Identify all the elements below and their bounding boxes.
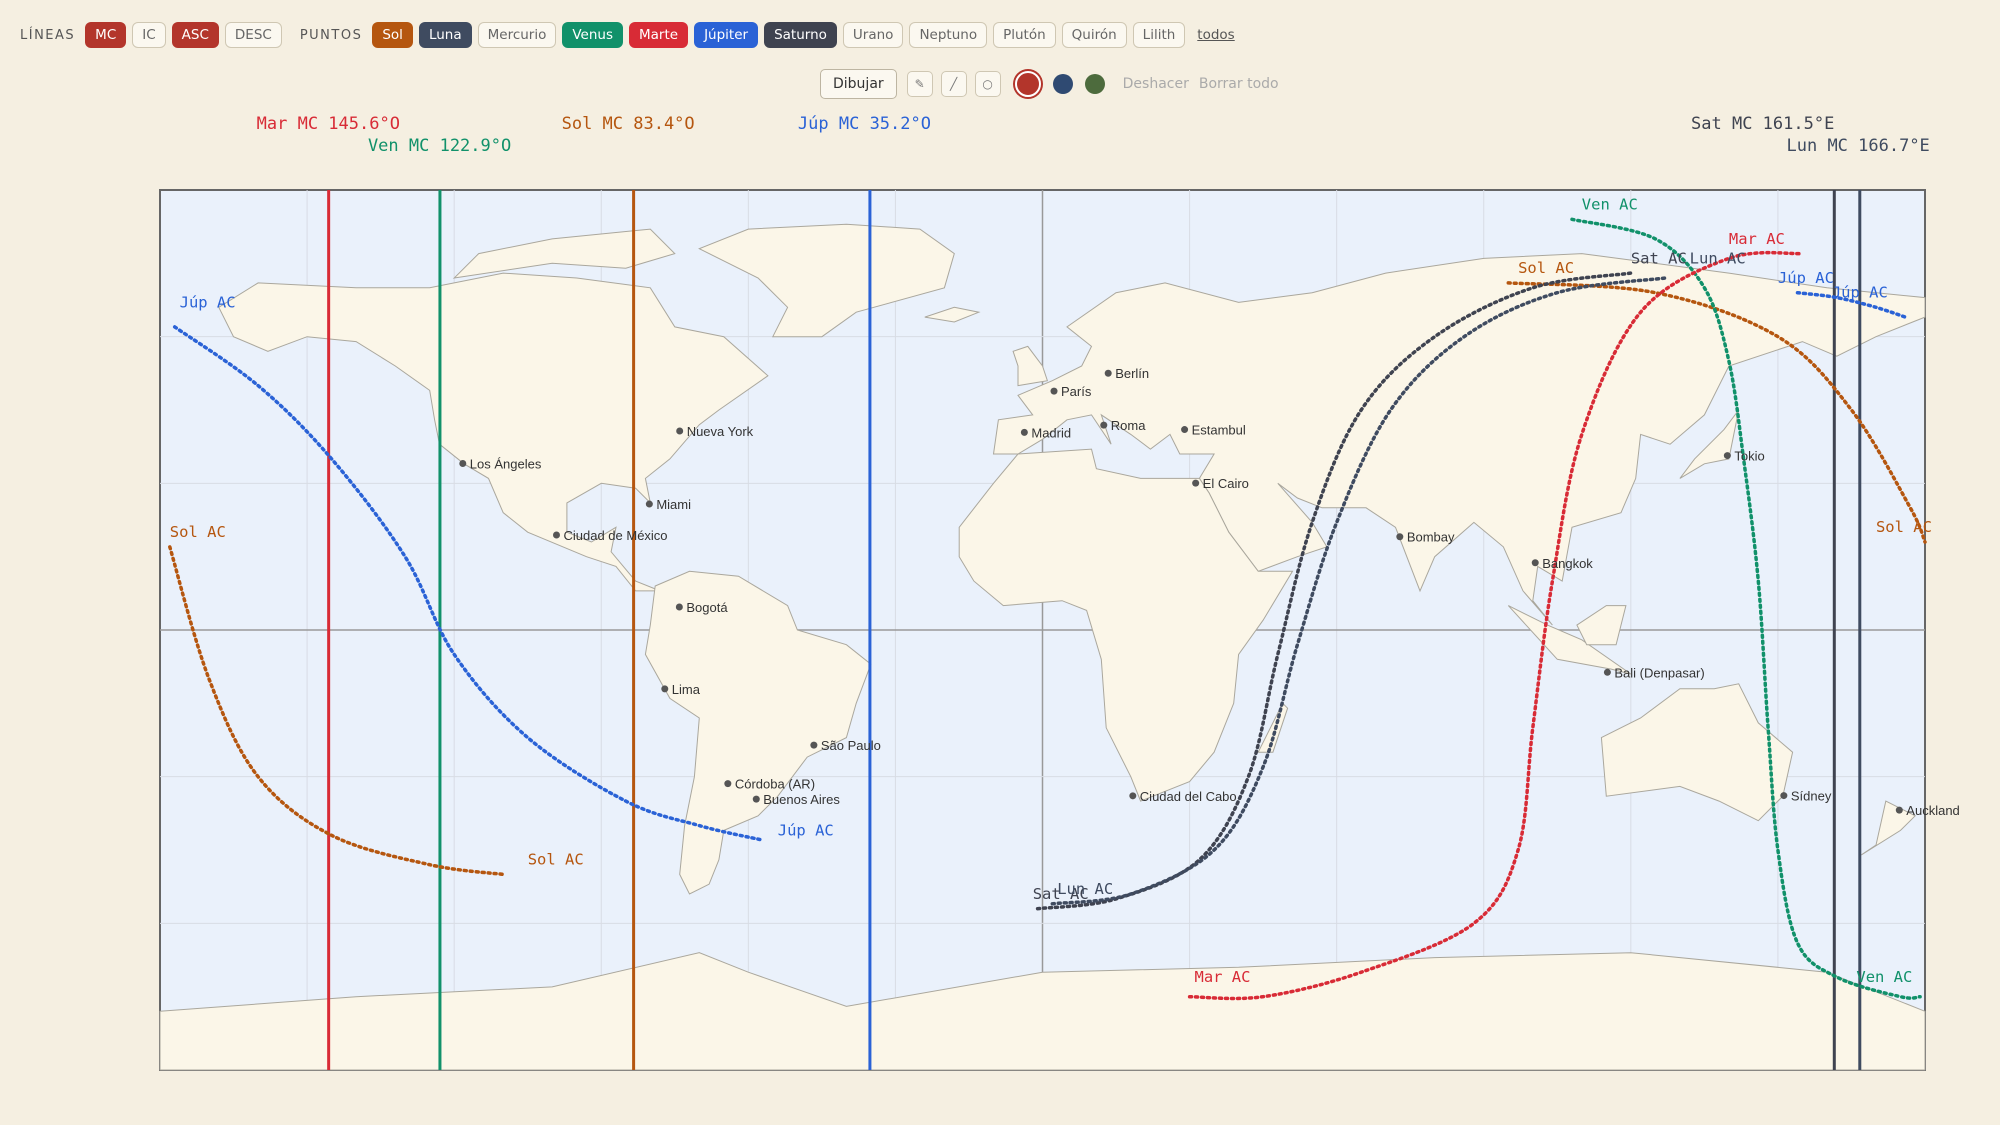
city-marker[interactable]: Bali (Denpasar)	[1603, 665, 1705, 680]
city-label: Berlín	[1115, 366, 1149, 381]
city-dot	[1129, 792, 1137, 800]
city-dot	[1723, 452, 1731, 460]
city-label: Sídney	[1791, 789, 1832, 804]
city-label: Estambul	[1192, 423, 1246, 438]
city-dot	[724, 780, 732, 788]
ac-label-sol-ac: Sol AC	[170, 523, 226, 541]
city-dot	[1780, 792, 1788, 800]
astro-map[interactable]: Júp ACJúp ACSol ACSol ACSol ACSol ACVen …	[0, 0, 2000, 1125]
city-label: El Cairo	[1203, 476, 1249, 491]
ac-label-ven-ac: Ven AC	[1582, 196, 1638, 214]
city-dot	[552, 531, 560, 539]
city-label: Ciudad de México	[563, 528, 667, 543]
city-marker[interactable]: Auckland	[1895, 803, 1960, 818]
ac-label-ven-ac: Ven AC	[1856, 968, 1912, 986]
city-dot	[1104, 369, 1112, 377]
city-label: São Paulo	[821, 738, 881, 753]
city-dot	[1192, 479, 1200, 487]
ac-label-mar-ac: Mar AC	[1729, 230, 1785, 248]
ac-label-júp-ac: Júp AC	[1778, 269, 1834, 287]
city-marker[interactable]: Ciudad de México	[552, 528, 668, 543]
city-label: Roma	[1111, 418, 1146, 433]
ac-label-sol-ac: Sol AC	[1518, 259, 1574, 277]
city-label: Tokio	[1734, 449, 1764, 464]
city-dot	[676, 427, 684, 435]
city-label: Madrid	[1031, 425, 1071, 440]
city-dot	[810, 741, 818, 749]
city-dot	[752, 795, 760, 803]
city-dot	[1531, 559, 1539, 567]
city-label: Buenos Aires	[763, 792, 840, 807]
city-dot	[645, 500, 653, 508]
city-marker[interactable]: Córdoba (AR)	[724, 777, 815, 792]
city-dot	[1396, 533, 1404, 541]
city-label: Nueva York	[687, 424, 754, 439]
ac-label-sol-ac: Sol AC	[1876, 518, 1932, 536]
city-dot	[1100, 421, 1108, 429]
city-label: Bangkok	[1542, 556, 1593, 571]
ac-label-sol-ac: Sol AC	[528, 851, 584, 869]
ac-label-mar-ac: Mar AC	[1194, 968, 1250, 986]
city-label: Los Ángeles	[470, 457, 542, 472]
ac-label-sat-ac: Sat AC	[1631, 249, 1687, 267]
city-dot	[1020, 428, 1028, 436]
city-marker[interactable]: Nueva York	[676, 424, 754, 439]
city-dot	[661, 685, 669, 693]
ac-label-lun-ac: Lun AC	[1057, 880, 1113, 898]
city-label: Lima	[672, 682, 701, 697]
city-marker[interactable]: São Paulo	[810, 738, 881, 753]
city-label: Miami	[656, 497, 691, 512]
city-label: Córdoba (AR)	[735, 777, 815, 792]
city-label: Bali (Denpasar)	[1614, 665, 1704, 680]
city-label: París	[1061, 384, 1092, 399]
city-marker[interactable]: Ciudad del Cabo	[1129, 789, 1237, 804]
city-marker[interactable]: Estambul	[1181, 423, 1246, 438]
city-dot	[675, 603, 683, 611]
city-label: Bogotá	[686, 600, 728, 615]
city-label: Ciudad del Cabo	[1140, 789, 1237, 804]
city-dot	[459, 460, 467, 468]
city-dot	[1603, 668, 1611, 676]
city-marker[interactable]: Buenos Aires	[752, 792, 841, 807]
city-marker[interactable]: Los Ángeles	[459, 457, 542, 472]
ac-label-júp-ac: Júp AC	[1832, 284, 1888, 302]
city-dot	[1895, 806, 1903, 814]
ac-label-lun-ac: Lun AC	[1690, 249, 1746, 267]
ac-label-júp-ac: Júp AC	[180, 293, 236, 311]
city-label: Auckland	[1906, 803, 1959, 818]
city-dot	[1050, 387, 1058, 395]
ac-label-júp-ac: Júp AC	[778, 821, 834, 839]
city-dot	[1181, 426, 1189, 434]
city-label: Bombay	[1407, 530, 1455, 545]
